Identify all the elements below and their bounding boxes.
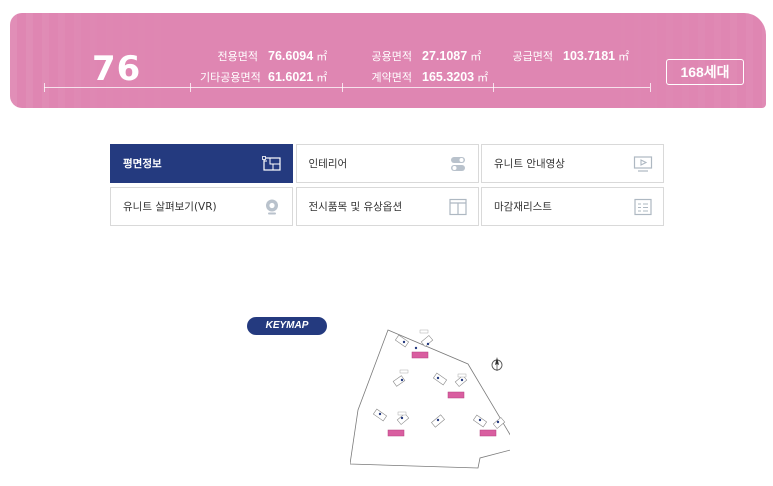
household-count-badge: 168세대 <box>666 59 744 85</box>
stat-value: 27.1087 <box>422 49 468 63</box>
menu-label: 평면정보 <box>123 158 162 170</box>
checklist-icon <box>634 198 652 215</box>
stat-other-common-area: 기타공용면적 61.6021 ㎡ <box>200 69 327 85</box>
unit-menu-grid: 평면정보 인테리어 유니트 안내영상 유니트 살펴보기(VR) 전시품목 및 유… <box>110 144 664 227</box>
stat-unit: ㎡ <box>618 50 630 63</box>
stat-label: 공용면적 <box>371 50 412 63</box>
menu-label: 유니트 안내영상 <box>494 158 565 170</box>
vr-camera-icon <box>266 199 278 214</box>
stat-contract-area: 계약면적 165.3203 ㎡ <box>364 69 489 85</box>
stat-label: 기타공용면적 <box>200 71 261 84</box>
stat-value: 103.7181 <box>563 49 616 63</box>
stat-label: 계약면적 <box>371 71 412 84</box>
menu-label: 유니트 살펴보기(VR) <box>123 201 217 213</box>
divider-tick <box>190 83 191 92</box>
stat-unit: ㎡ <box>316 50 328 63</box>
stat-unit: ㎡ <box>316 71 328 84</box>
divider-tick <box>493 83 494 92</box>
keymap-label: KEYMAP <box>247 317 327 335</box>
stat-common-area: 공용면적 27.1087 ㎡ <box>364 48 482 64</box>
toggle-switches-icon <box>450 156 465 171</box>
divider-tick <box>44 83 45 92</box>
panel-layout-icon <box>448 198 467 215</box>
divider-tick <box>342 83 343 92</box>
stat-value: 165.3203 <box>422 70 475 84</box>
stat-unit: ㎡ <box>470 50 482 63</box>
menu-label: 마감재리스트 <box>494 201 552 213</box>
unit-type-number: 76 <box>92 49 142 89</box>
stat-unit: ㎡ <box>477 71 489 84</box>
menu-floorplan-info[interactable]: 평면정보 <box>110 144 293 183</box>
menu-interior[interactable]: 인테리어 <box>295 144 479 183</box>
stat-value: 61.6021 <box>268 70 314 84</box>
floorplan-icon <box>262 155 281 171</box>
stat-label: 공급면적 <box>512 50 553 63</box>
menu-label: 인테리어 <box>308 158 348 170</box>
unit-summary-banner: 76 전용면적 76.6094 ㎡ 공용면적 27.1087 ㎡ 공급면적 10… <box>10 13 766 108</box>
menu-display-options[interactable]: 전시품목 및 유상옵션 <box>295 187 479 226</box>
menu-unit-vr[interactable]: 유니트 살펴보기(VR) <box>110 187 293 226</box>
north-compass-icon <box>491 357 503 371</box>
divider-tick <box>650 83 651 92</box>
stat-exclusive-area: 전용면적 76.6094 ㎡ <box>210 48 328 64</box>
stat-label: 전용면적 <box>217 50 258 63</box>
menu-label: 전시품목 및 유상옵션 <box>308 201 403 213</box>
stat-value: 76.6094 <box>268 49 314 63</box>
stat-supply-area: 공급면적 103.7181 ㎡ <box>505 48 630 64</box>
video-play-icon <box>633 155 653 172</box>
menu-finish-list[interactable]: 마감재리스트 <box>481 187 664 226</box>
menu-unit-video[interactable]: 유니트 안내영상 <box>481 144 664 183</box>
site-plan-map <box>350 329 510 469</box>
